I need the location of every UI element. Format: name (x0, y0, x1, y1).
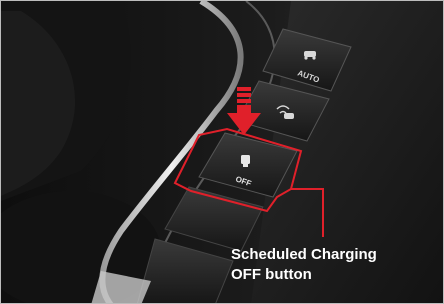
callout-label: Scheduled Charging OFF button (231, 245, 431, 285)
callout-line-1: Scheduled Charging (231, 246, 377, 263)
callout-line-2: OFF button (231, 266, 312, 283)
console-photo: AUTO OFF Scheduled Charging OFF button (0, 0, 444, 304)
